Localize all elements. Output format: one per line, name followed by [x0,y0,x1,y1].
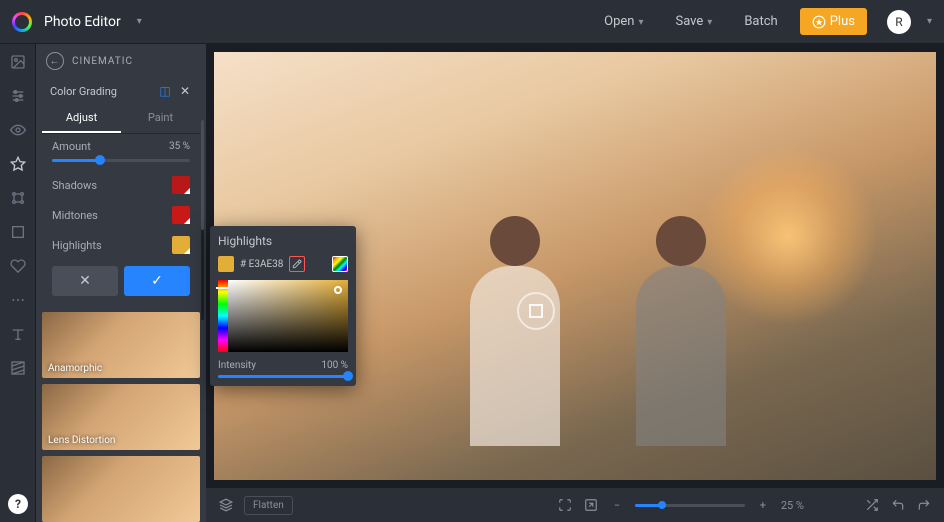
popup-title: Highlights [218,234,348,248]
chevron-down-icon[interactable]: ▾ [927,16,932,27]
color-picker[interactable] [218,280,348,352]
preset-item[interactable] [42,456,200,522]
shadows-label: Shadows [52,179,164,192]
app-title[interactable]: Photo Editor [44,14,121,30]
help-button[interactable]: ? [8,494,28,514]
texture-tool-icon[interactable] [8,358,28,378]
layers-icon[interactable] [218,497,234,513]
back-button[interactable]: ← [46,52,64,70]
external-icon[interactable] [583,497,599,513]
intensity-value: 100 % [321,360,348,371]
intensity-label: Intensity [218,360,256,371]
preset-lens-distortion[interactable]: Lens Distortion [42,384,200,450]
close-icon[interactable]: ✕ [178,84,192,98]
zoom-in-icon[interactable]: + [755,497,771,513]
sidebar: ← CINEMATIC Color Grading ◫ ✕ Adjust Pai… [36,44,206,522]
star-icon [812,15,826,29]
eye-tool-icon[interactable] [8,120,28,140]
zoom-value: 25 % [781,499,804,512]
tab-adjust[interactable]: Adjust [42,104,121,133]
amount-value: 35 % [169,141,190,152]
shadows-swatch[interactable] [172,176,190,194]
saturation-box[interactable] [228,280,348,352]
app-logo-icon [12,12,32,32]
center-handle[interactable] [517,292,555,330]
flatten-button[interactable]: Flatten [244,496,293,515]
panel-title: Color Grading [50,85,152,98]
person-silhouette [445,216,585,446]
dots-tool-icon[interactable] [8,290,28,310]
tool-rail [0,44,36,522]
section-title: CINEMATIC [72,56,133,67]
eyedropper-icon[interactable] [289,256,305,272]
midtones-swatch[interactable] [172,206,190,224]
open-button[interactable]: Open▾ [594,8,653,35]
undo-icon[interactable] [890,497,906,513]
image-tool-icon[interactable] [8,52,28,72]
cancel-button[interactable]: ✕ [52,266,118,296]
hue-slider[interactable] [218,280,228,352]
compare-icon[interactable]: ◫ [158,84,172,98]
zoom-out-icon[interactable]: − [609,497,625,513]
color-presets-icon[interactable] [332,256,348,272]
preset-anamorphic[interactable]: Anamorphic [42,312,200,378]
chevron-down-icon[interactable]: ▾ [137,16,142,27]
save-button[interactable]: Save▾ [665,8,722,35]
top-bar: Photo Editor ▾ Open▾ Save▾ Batch Plus R … [0,0,944,44]
text-tool-icon[interactable] [8,324,28,344]
sidebar-scrollbar[interactable] [201,120,204,320]
interface-tool-icon[interactable] [8,188,28,208]
highlights-color-popup: Highlights # E3AE38 Intensity 100 % [210,226,356,386]
effects-star-icon[interactable] [8,154,28,174]
midtones-label: Midtones [52,209,164,222]
amount-label: Amount [52,140,161,153]
frame-tool-icon[interactable] [8,222,28,242]
amount-slider[interactable] [52,159,190,162]
bottom-bar: Flatten − + 25 % [206,488,944,522]
highlights-swatch[interactable] [172,236,190,254]
upgrade-plus-button[interactable]: Plus [800,8,867,35]
zoom-slider[interactable] [635,504,745,507]
fit-screen-icon[interactable] [557,497,573,513]
person-silhouette [611,216,751,446]
tab-paint[interactable]: Paint [121,104,200,133]
heart-tool-icon[interactable] [8,256,28,276]
sliders-tool-icon[interactable] [8,86,28,106]
batch-button[interactable]: Batch [734,8,787,35]
user-avatar[interactable]: R [887,10,911,34]
color-grading-panel: Color Grading ◫ ✕ Adjust Paint Amount 35… [42,78,200,302]
intensity-slider[interactable] [218,375,348,378]
redo-icon[interactable] [916,497,932,513]
current-color-swatch[interactable] [218,256,234,272]
hex-value[interactable]: # E3AE38 [240,259,283,270]
highlights-label: Highlights [52,239,164,252]
preset-list: Anamorphic Lens Distortion [36,308,206,522]
apply-button[interactable]: ✓ [124,266,190,296]
shuffle-icon[interactable] [864,497,880,513]
